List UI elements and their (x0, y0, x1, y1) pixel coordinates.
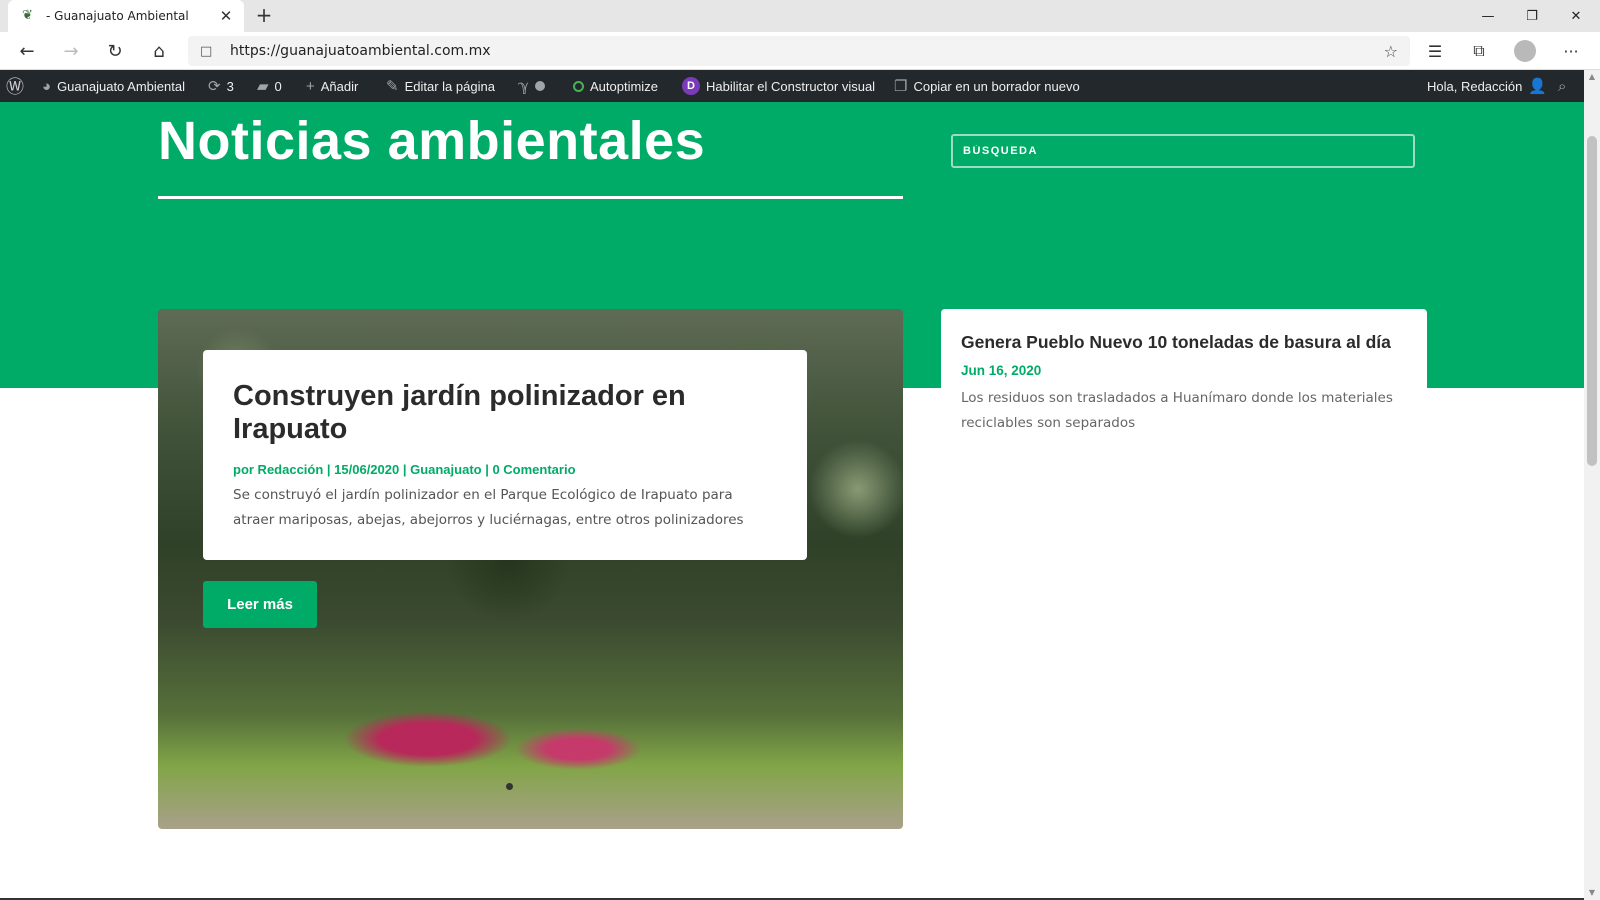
copy-draft-label: Copiar en un borrador nuevo (913, 78, 1080, 94)
edit-label: Editar la página (404, 78, 495, 94)
autoptimize-label: Autoptimize (590, 78, 658, 94)
adminbar-add-new[interactable]: + Añadir (306, 70, 358, 102)
site-name-label: Guanajuato Ambiental (57, 78, 185, 94)
favorite-star-icon[interactable]: ☆ (1384, 42, 1398, 61)
favorites-icon[interactable]: ☰ (1420, 37, 1450, 65)
wp-admin-bar: Ⓦ ◕ Guanajuato Ambiental ⟳ 3 ▰ 0 + Añadi… (0, 70, 1584, 102)
back-button[interactable]: ← (12, 37, 42, 65)
new-tab-button[interactable]: + (252, 4, 276, 28)
comments-count: 0 (274, 78, 282, 94)
visual-builder-label: Habilitar el Constructor visual (706, 78, 876, 94)
featured-post-title[interactable]: Construyen jardín polinizador en Irapuat… (233, 380, 777, 446)
comments-icon: ▰ (257, 78, 269, 95)
greeting-label: Hola, Redacción (1427, 78, 1523, 94)
forward-button[interactable]: → (56, 37, 86, 65)
settings-more-button[interactable]: ··· (1556, 37, 1586, 65)
wordpress-logo-icon[interactable]: Ⓦ (6, 70, 24, 102)
adminbar-seo[interactable]: ℽ (518, 70, 545, 102)
adminbar-copy-draft[interactable]: ❐ Copiar en un borrador nuevo (894, 70, 1080, 102)
adminbar-account[interactable]: Hola, Redacción 👤 (1427, 70, 1547, 102)
adminbar-site-name[interactable]: ◕ Guanajuato Ambiental (42, 70, 185, 102)
profile-button[interactable] (1510, 37, 1540, 65)
address-bar[interactable]: □ https://guanajuatoambiental.com.mx ☆ (188, 36, 1410, 66)
pencil-icon: ✎ (386, 78, 399, 95)
adminbar-edit-page[interactable]: ✎ Editar la página (386, 70, 495, 102)
seo-status-dot-icon (534, 81, 545, 91)
featured-post-meta[interactable]: por Redacción | 15/06/2020 | Guanajuato … (233, 462, 777, 477)
adminbar-visual-builder[interactable]: D Habilitar el Constructor visual (682, 70, 875, 102)
dashboard-icon: ◕ (42, 77, 52, 95)
lock-icon: □ (200, 43, 213, 59)
page-title: Noticias ambientales (158, 111, 706, 171)
side-post-excerpt: Los residuos son trasladados a Huanímaro… (961, 390, 1393, 431)
divi-logo-icon: D (682, 77, 700, 95)
adminbar-search-icon[interactable]: ⌕ (1558, 70, 1566, 102)
profile-avatar-icon (1514, 40, 1536, 62)
minimize-button[interactable]: — (1466, 0, 1510, 32)
restore-button[interactable]: ❐ (1510, 0, 1554, 32)
updates-icon: ⟳ (208, 78, 221, 95)
tab-close-icon[interactable]: ✕ (218, 7, 234, 25)
adminbar-autoptimize[interactable]: Autoptimize (573, 70, 658, 102)
search-input[interactable] (963, 145, 1413, 157)
adminbar-comments[interactable]: ▰ 0 (257, 70, 282, 102)
copy-icon: ❐ (894, 78, 908, 95)
reload-button[interactable]: ↻ (100, 37, 130, 65)
scrollbar-thumb[interactable] (1587, 136, 1597, 466)
browser-tab-bar: ❦ - Guanajuato Ambiental ✕ + — ❐ ✕ (0, 0, 1600, 32)
collections-icon[interactable]: ⧉ (1464, 37, 1494, 65)
autoptimize-status-icon (573, 80, 584, 92)
yoast-seo-icon: ℽ (518, 78, 529, 95)
scroll-down-icon[interactable]: ▼ (1584, 886, 1600, 900)
url-text[interactable]: https://guanajuatoambiental.com.mx (230, 43, 1384, 59)
updates-count: 3 (226, 78, 234, 94)
scroll-up-icon[interactable]: ▲ (1584, 70, 1600, 84)
close-window-button[interactable]: ✕ (1554, 0, 1598, 32)
page-scrollbar[interactable]: ▲ ▼ (1584, 70, 1600, 900)
user-avatar-icon: 👤 (1528, 78, 1548, 95)
featured-post-card: Construyen jardín polinizador en Irapuat… (203, 350, 807, 560)
read-more-button[interactable]: Leer más (203, 581, 317, 628)
side-post-card: Genera Pueblo Nuevo 10 toneladas de basu… (941, 309, 1427, 479)
side-post-date: Jun 16, 2020 (961, 363, 1042, 378)
plus-icon: + (306, 77, 315, 95)
address-toolbar: ← → ↻ ⌂ □ https://guanajuatoambiental.co… (0, 32, 1600, 70)
title-divider (158, 196, 903, 199)
search-box[interactable] (951, 134, 1415, 168)
slider-dot[interactable] (506, 783, 513, 790)
featured-post-excerpt: Se construyó el jardín polinizador en el… (233, 487, 744, 528)
side-post-title[interactable]: Genera Pueblo Nuevo 10 toneladas de basu… (961, 329, 1407, 355)
adminbar-updates[interactable]: ⟳ 3 (208, 70, 234, 102)
tab-title: - Guanajuato Ambiental (46, 9, 189, 23)
add-label: Añadir (320, 78, 359, 94)
home-button[interactable]: ⌂ (144, 37, 174, 65)
browser-tab[interactable]: ❦ - Guanajuato Ambiental ✕ (8, 0, 244, 32)
site-favicon-icon: ❦ (22, 8, 33, 23)
